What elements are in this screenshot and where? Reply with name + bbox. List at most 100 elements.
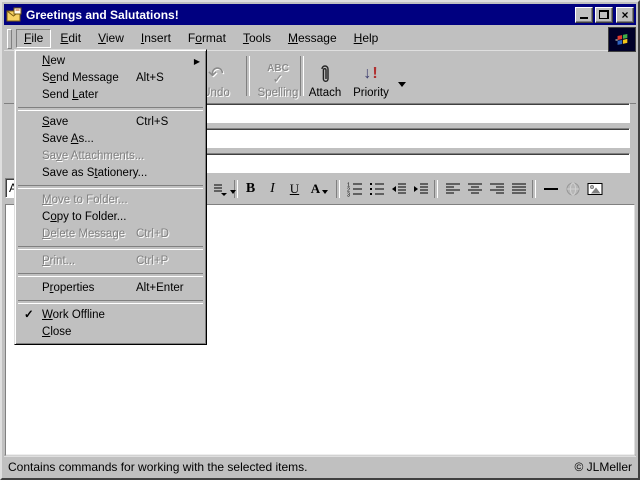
- menu-item-close[interactable]: Close: [17, 324, 204, 341]
- toolbar-separator: [434, 180, 438, 198]
- attach-icon: [318, 61, 332, 87]
- menu-item-save-as-stationery[interactable]: Save as Stationery...: [17, 165, 204, 182]
- windows-logo-icon: [614, 33, 628, 45]
- menu-separator: [18, 246, 203, 250]
- menu-item-label: Print...: [42, 255, 76, 267]
- horizontal-line-icon: [543, 181, 559, 197]
- minimize-button[interactable]: [575, 6, 593, 23]
- hyperlink-button[interactable]: [562, 179, 583, 199]
- toolbar-separator: [336, 180, 340, 198]
- italic-button[interactable]: I: [262, 179, 283, 199]
- decrease-indent-icon: [391, 181, 407, 197]
- menu-item-new[interactable]: New ▶: [17, 53, 204, 70]
- bold-button[interactable]: B: [240, 179, 261, 199]
- menu-item-shortcut: Alt+S: [136, 72, 164, 84]
- menubar-item-tools[interactable]: Tools: [235, 29, 279, 48]
- priority-dropdown-arrow[interactable]: [398, 81, 406, 87]
- font-color-button[interactable]: A: [306, 179, 333, 199]
- menu-item-work-offline[interactable]: ✓ Work Offline: [17, 307, 204, 324]
- bullet-list-button[interactable]: [366, 179, 387, 199]
- menu-separator: [18, 300, 203, 304]
- submenu-arrow-icon: ▶: [193, 57, 200, 66]
- menu-item-save[interactable]: Save Ctrl+S: [17, 114, 204, 131]
- underline-button[interactable]: U: [284, 179, 305, 199]
- menu-item-move-to-folder: Move to Folder...: [17, 192, 204, 209]
- toolbar-grip[interactable]: [7, 28, 12, 49]
- menu-item-label: Send Later: [42, 89, 99, 101]
- status-bar: Contains commands for working with the s…: [4, 456, 636, 476]
- windows-logo-box: [608, 27, 636, 52]
- message-compose-window: Greetings and Salutations! × File Edit Vie…: [0, 0, 640, 480]
- menu-item-shortcut: Ctrl+S: [136, 116, 169, 128]
- restore-icon: [599, 10, 609, 19]
- menu-item-send-message[interactable]: Send Message Alt+S: [17, 70, 204, 87]
- close-button[interactable]: ×: [616, 6, 634, 23]
- align-center-button[interactable]: [464, 179, 485, 199]
- menubar-item-edit[interactable]: Edit: [52, 29, 89, 48]
- menu-item-save-as[interactable]: Save As...: [17, 131, 204, 148]
- increase-indent-button[interactable]: [410, 179, 431, 199]
- file-menu: New ▶ Send Message Alt+S Send Later Save Ctrl+…: [14, 49, 207, 345]
- window-title: Greetings and Salutations!: [26, 7, 179, 22]
- menu-bar-items: File Edit View Insert Format Tools Message Help: [16, 29, 387, 48]
- svg-text:3: 3: [347, 193, 350, 198]
- align-right-icon: [489, 181, 505, 197]
- toolbar-separator: [532, 180, 536, 198]
- hyperlink-icon: [565, 181, 581, 197]
- menu-item-label: Work Offline: [42, 309, 105, 321]
- menu-item-label: Close: [42, 326, 72, 338]
- bold-icon: B: [245, 181, 256, 196]
- menubar-item-message[interactable]: Message: [280, 29, 345, 48]
- restore-button[interactable]: [595, 6, 613, 23]
- title-bar[interactable]: Greetings and Salutations! ×: [4, 4, 636, 25]
- menu-item-save-attachments: Save Attachments...: [17, 148, 204, 165]
- justify-button[interactable]: [508, 179, 529, 199]
- menu-item-properties[interactable]: Properties Alt+Enter: [17, 280, 204, 297]
- menu-separator: [18, 107, 203, 111]
- status-text: Contains commands for working with the s…: [8, 459, 308, 474]
- compose-message-icon: [6, 7, 22, 21]
- undo-icon: ↶: [208, 63, 224, 85]
- align-left-button[interactable]: [442, 179, 463, 199]
- toolbar-button-label: Attach: [308, 87, 342, 99]
- align-center-icon: [467, 181, 483, 197]
- priority-button[interactable]: ↓! Priority: [348, 53, 394, 101]
- credit-text: © JLMeller: [574, 459, 632, 474]
- menu-separator: [18, 273, 203, 277]
- checkmark-icon: ✓: [24, 309, 34, 321]
- menu-item-label: Save As...: [42, 133, 94, 145]
- bullet-list-icon: [369, 181, 385, 197]
- underline-icon: U: [289, 181, 300, 196]
- minimize-icon: [580, 17, 588, 19]
- align-right-button[interactable]: [486, 179, 507, 199]
- menu-item-label: Delete Message: [42, 228, 126, 240]
- decrease-indent-button[interactable]: [388, 179, 409, 199]
- numbered-list-icon: 123: [347, 181, 363, 197]
- menu-item-label: Properties: [42, 282, 95, 294]
- menubar-item-insert[interactable]: Insert: [133, 29, 179, 48]
- menubar-item-help[interactable]: Help: [346, 29, 387, 48]
- menu-item-shortcut: Ctrl+P: [136, 255, 169, 267]
- menu-item-label: Save as Stationery...: [42, 167, 148, 179]
- numbered-list-button[interactable]: 123: [344, 179, 365, 199]
- increase-indent-icon: [413, 181, 429, 197]
- insert-picture-button[interactable]: [584, 179, 605, 199]
- menu-item-shortcut: Alt+Enter: [136, 282, 184, 294]
- menu-item-send-later[interactable]: Send Later: [17, 87, 204, 104]
- paragraph-style-icon: [212, 181, 236, 197]
- menubar-item-view[interactable]: View: [90, 29, 132, 48]
- menu-item-label: Copy to Folder...: [42, 211, 127, 223]
- menu-item-label: Save: [42, 116, 69, 128]
- align-left-icon: [445, 181, 461, 197]
- attach-button[interactable]: Attach: [302, 53, 348, 101]
- toolbar-button-label: Spelling: [257, 87, 299, 99]
- menu-item-copy-to-folder[interactable]: Copy to Folder...: [17, 209, 204, 226]
- menubar-item-format[interactable]: Format: [180, 29, 234, 48]
- menubar-item-file[interactable]: File: [16, 29, 52, 48]
- priority-icon: ↓!: [363, 65, 379, 82]
- horizontal-line-button[interactable]: [540, 179, 561, 199]
- paragraph-style-button[interactable]: [210, 179, 237, 199]
- spelling-button[interactable]: ABC ✓ Spelling: [250, 53, 306, 101]
- menu-item-label: Move to Folder...: [42, 194, 128, 206]
- font-color-icon: A: [311, 181, 329, 197]
